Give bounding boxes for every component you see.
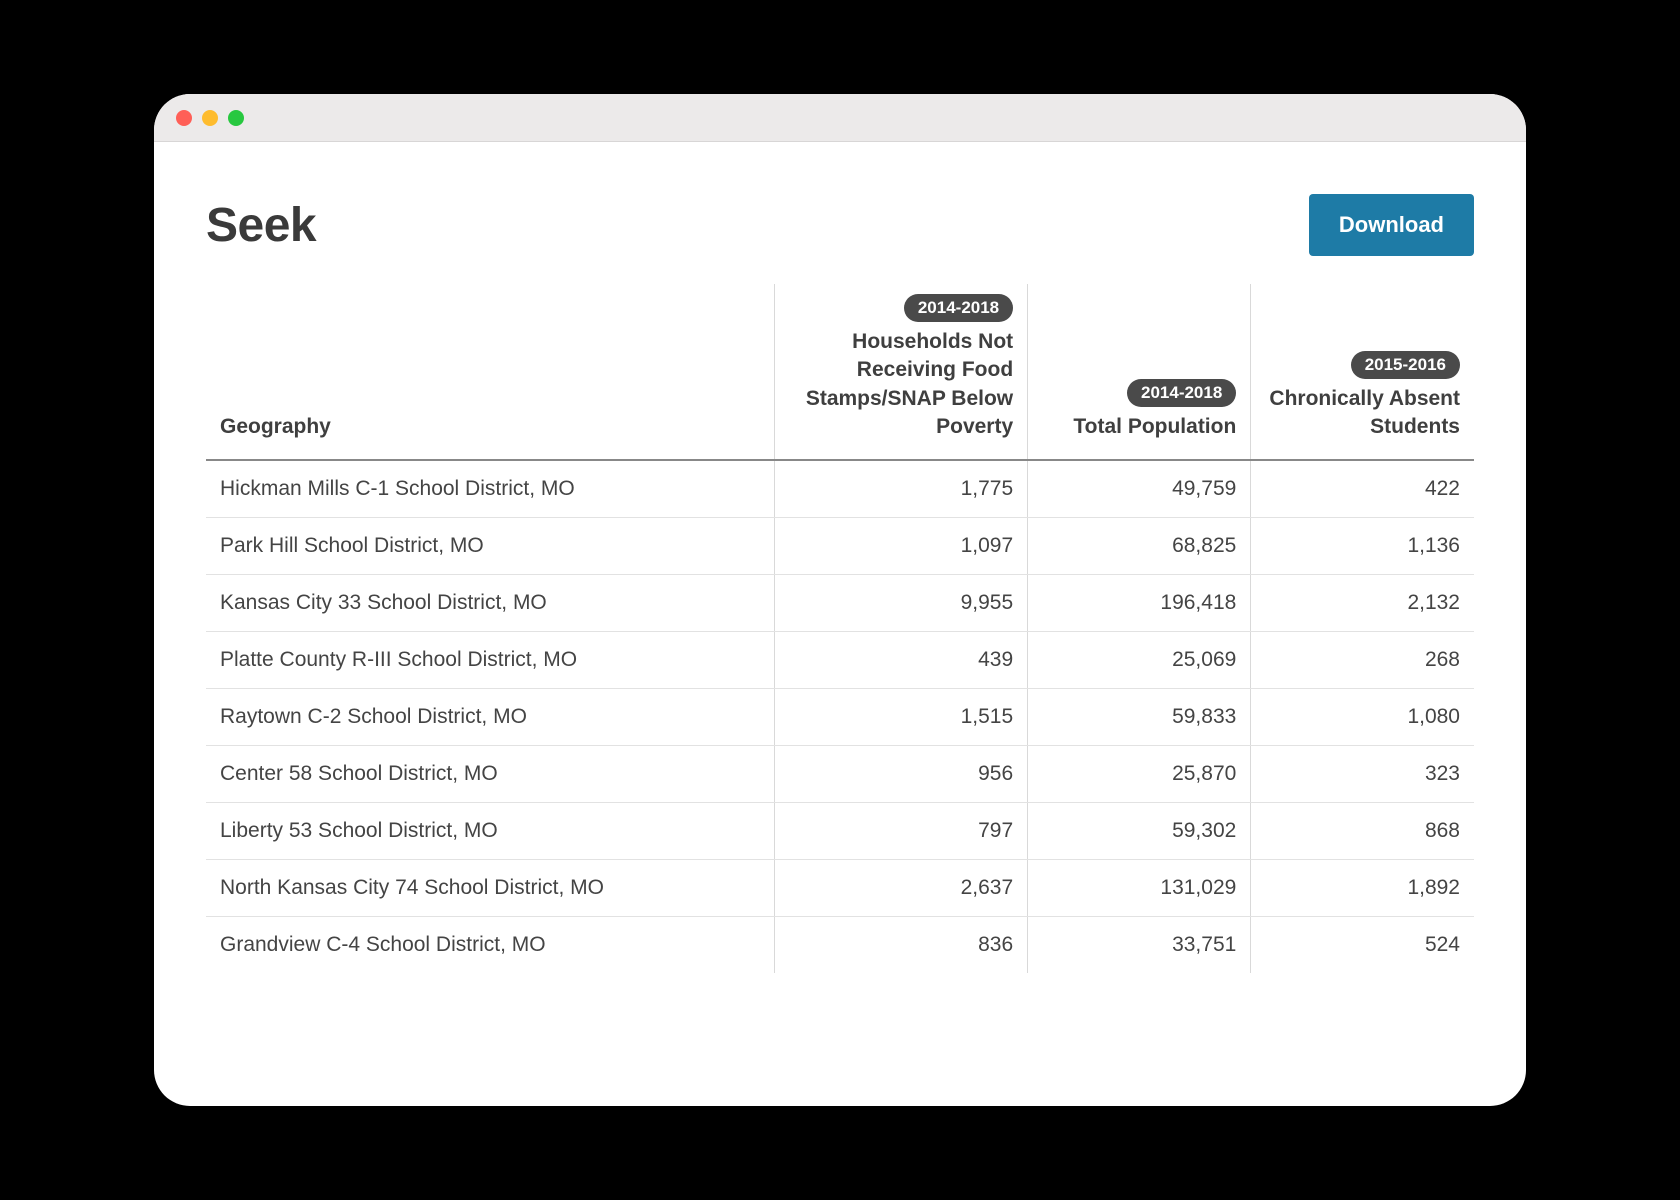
cell-absent: 524: [1251, 917, 1474, 974]
header-row: Seek Download: [206, 194, 1474, 256]
col-header-geography: Geography: [206, 284, 774, 460]
download-button[interactable]: Download: [1309, 194, 1474, 256]
app-window: Seek Download Geography 2014-2018 Househ…: [154, 94, 1526, 1106]
titlebar: [154, 94, 1526, 142]
year-badge: 2014-2018: [904, 294, 1013, 322]
cell-pop: 25,870: [1028, 746, 1251, 803]
cell-snap: 439: [774, 632, 1028, 689]
year-badge: 2015-2016: [1351, 351, 1460, 379]
cell-snap: 9,955: [774, 575, 1028, 632]
cell-pop: 59,833: [1028, 689, 1251, 746]
content-area: Seek Download Geography 2014-2018 Househ…: [154, 142, 1526, 1106]
minimize-icon[interactable]: [202, 110, 218, 126]
cell-pop: 59,302: [1028, 803, 1251, 860]
col-header-snap: 2014-2018 Households Not Receiving Food …: [774, 284, 1028, 460]
cell-geography: Grandview C-4 School District, MO: [206, 917, 774, 974]
cell-absent: 1,136: [1251, 518, 1474, 575]
table-row: Grandview C-4 School District, MO83633,7…: [206, 917, 1474, 974]
table-row: Raytown C-2 School District, MO1,51559,8…: [206, 689, 1474, 746]
table-row: Platte County R-III School District, MO4…: [206, 632, 1474, 689]
page-title: Seek: [206, 198, 316, 253]
cell-snap: 836: [774, 917, 1028, 974]
cell-snap: 956: [774, 746, 1028, 803]
cell-geography: Park Hill School District, MO: [206, 518, 774, 575]
table-row: North Kansas City 74 School District, MO…: [206, 860, 1474, 917]
cell-geography: Liberty 53 School District, MO: [206, 803, 774, 860]
cell-absent: 2,132: [1251, 575, 1474, 632]
cell-pop: 196,418: [1028, 575, 1251, 632]
data-table: Geography 2014-2018 Households Not Recei…: [206, 284, 1474, 973]
cell-geography: Kansas City 33 School District, MO: [206, 575, 774, 632]
cell-absent: 268: [1251, 632, 1474, 689]
cell-pop: 68,825: [1028, 518, 1251, 575]
cell-geography: Center 58 School District, MO: [206, 746, 774, 803]
cell-snap: 1,775: [774, 460, 1028, 518]
cell-snap: 1,097: [774, 518, 1028, 575]
maximize-icon[interactable]: [228, 110, 244, 126]
table-row: Kansas City 33 School District, MO9,9551…: [206, 575, 1474, 632]
cell-absent: 1,080: [1251, 689, 1474, 746]
table-row: Liberty 53 School District, MO79759,3028…: [206, 803, 1474, 860]
table-row: Hickman Mills C-1 School District, MO1,7…: [206, 460, 1474, 518]
cell-snap: 797: [774, 803, 1028, 860]
cell-absent: 422: [1251, 460, 1474, 518]
close-icon[interactable]: [176, 110, 192, 126]
cell-pop: 25,069: [1028, 632, 1251, 689]
col-header-population: 2014-2018 Total Population: [1028, 284, 1251, 460]
cell-geography: Hickman Mills C-1 School District, MO: [206, 460, 774, 518]
cell-absent: 323: [1251, 746, 1474, 803]
table-row: Center 58 School District, MO95625,87032…: [206, 746, 1474, 803]
cell-pop: 131,029: [1028, 860, 1251, 917]
cell-absent: 1,892: [1251, 860, 1474, 917]
cell-geography: North Kansas City 74 School District, MO: [206, 860, 774, 917]
cell-snap: 1,515: [774, 689, 1028, 746]
cell-pop: 33,751: [1028, 917, 1251, 974]
table-header-row: Geography 2014-2018 Households Not Recei…: [206, 284, 1474, 460]
cell-geography: Platte County R-III School District, MO: [206, 632, 774, 689]
cell-absent: 868: [1251, 803, 1474, 860]
cell-pop: 49,759: [1028, 460, 1251, 518]
year-badge: 2014-2018: [1127, 379, 1236, 407]
col-header-absent: 2015-2016 Chronically Absent Students: [1251, 284, 1474, 460]
table-row: Park Hill School District, MO1,09768,825…: [206, 518, 1474, 575]
cell-geography: Raytown C-2 School District, MO: [206, 689, 774, 746]
cell-snap: 2,637: [774, 860, 1028, 917]
